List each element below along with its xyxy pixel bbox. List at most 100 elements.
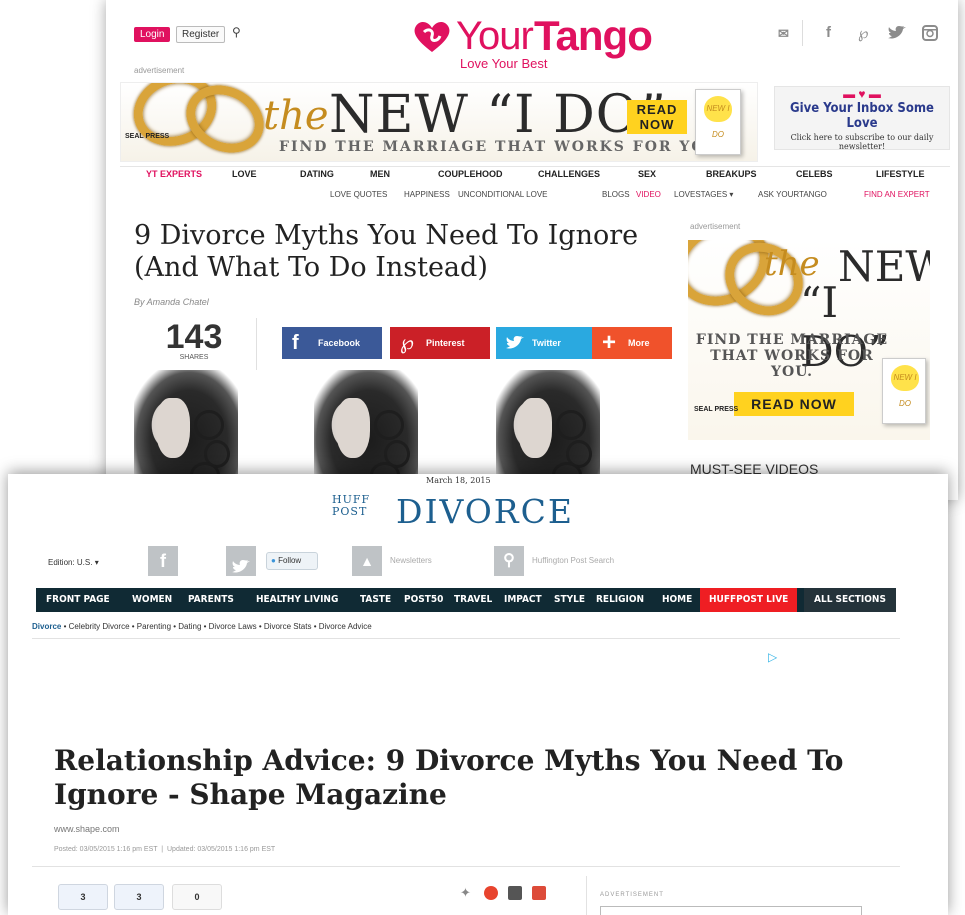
nav-all-sections[interactable]: ALL SECTIONS	[804, 588, 896, 612]
speech-bubble-icon[interactable]: ✦	[460, 886, 474, 900]
twitter-icon[interactable]	[888, 26, 906, 40]
crumb-divorce[interactable]: Divorce	[32, 622, 61, 631]
login-button[interactable]: Login	[134, 27, 171, 42]
banner-read-now-button[interactable]: READ NOW	[627, 100, 687, 134]
crumb-divorce-laws[interactable]: Divorce Laws	[209, 622, 257, 631]
banner-subline: FIND THE MARRIAGE THAT WORKS FOR YOU.	[279, 139, 726, 155]
nav-women[interactable]: WOMEN	[132, 588, 172, 612]
nav-style[interactable]: STYLE	[554, 588, 585, 612]
sidebar-ad[interactable]: the NEW “I DO” FIND THE MARRIAGE THAT WO…	[688, 240, 930, 440]
twitter-share-label: Twitter	[532, 338, 561, 348]
facebook-share-count[interactable]: 3	[58, 884, 108, 910]
nav-challenges[interactable]: CHALLENGES	[538, 169, 600, 179]
email-share-count[interactable]: 0	[172, 884, 222, 910]
twitter-share-button[interactable]: Twitter	[496, 327, 596, 359]
nav-love[interactable]: LOVE	[232, 169, 257, 179]
article-image	[496, 370, 600, 490]
book-cover: NEW I DO	[882, 358, 926, 424]
edition-selector[interactable]: Edition: U.S. ▾	[48, 558, 99, 567]
section-nav: FRONT PAGE WOMEN PARENTS HEALTHY LIVING …	[36, 588, 896, 612]
divider	[32, 638, 900, 639]
facebook-icon[interactable]: f	[148, 546, 178, 576]
nav-impact[interactable]: IMPACT	[504, 588, 542, 612]
updated-time: Updated: 03/05/2015 1:16 pm EST	[167, 846, 276, 853]
twitter-icon[interactable]	[226, 546, 256, 576]
search-icon[interactable]: ⚲	[232, 25, 241, 39]
article-title: 9 Divorce Myths You Need To Ignore (And …	[134, 220, 639, 283]
posted-time: Posted: 03/05/2015 1:16 pm EST	[54, 846, 158, 853]
nav-celebs[interactable]: CELEBS	[796, 169, 833, 179]
adchoices-icon[interactable]: ▷	[768, 650, 777, 664]
search-icon[interactable]: ⚲	[494, 546, 524, 576]
subnav-happiness[interactable]: HAPPINESS	[404, 190, 450, 199]
yourtango-logo[interactable]: Your Tango Love Your Best	[406, 10, 666, 71]
subnav-love-quotes[interactable]: LOVE QUOTES	[330, 190, 387, 199]
more-share-button[interactable]: + More	[592, 327, 672, 359]
nav-breakups[interactable]: BREAKUPS	[706, 169, 757, 179]
instagram-icon[interactable]	[922, 25, 938, 41]
mail-icon[interactable]: ✉	[778, 26, 789, 42]
article-image	[134, 370, 238, 490]
nav-dating[interactable]: DATING	[300, 169, 334, 179]
facebook-share-button[interactable]: f Facebook	[282, 327, 382, 359]
google-plus-icon[interactable]	[532, 886, 546, 900]
subnav-ask-yourtango[interactable]: ASK YOURTANGO	[758, 190, 827, 199]
huffpost-logo[interactable]: HUFF POST	[332, 494, 370, 518]
divider	[586, 876, 587, 915]
reddit-icon[interactable]	[484, 886, 498, 900]
sub-section-links: Divorce • Celebrity Divorce • Parenting …	[32, 622, 372, 631]
nav-taste[interactable]: TASTE	[360, 588, 391, 612]
more-share-label: More	[628, 338, 650, 348]
facebook-icon[interactable]: f	[826, 24, 831, 41]
pinterest-icon[interactable]: ℘	[858, 24, 868, 42]
source-link[interactable]: www.shape.com	[54, 824, 120, 834]
leaderboard-ad[interactable]: SEAL PRESS the NEW “I DO” FIND THE MARRI…	[120, 82, 758, 162]
nav-yt-experts[interactable]: YT EXPERTS	[146, 169, 202, 179]
nav-post50[interactable]: POST50	[404, 588, 443, 612]
article-image	[314, 370, 418, 490]
search-input[interactable]: Huffington Post Search	[532, 556, 614, 565]
subnav-lovestages[interactable]: LOVESTAGES ▾	[674, 190, 733, 199]
crumb-parenting[interactable]: Parenting	[137, 622, 171, 631]
crumb-celebrity-divorce[interactable]: Celebrity Divorce	[69, 622, 130, 631]
twitter-follow-button[interactable]: ● Follow	[266, 552, 318, 570]
subnav-video[interactable]: VIDEO	[636, 190, 661, 199]
nav-huffpost-live[interactable]: HUFFPOST LIVE	[700, 588, 798, 612]
crumb-divorce-stats[interactable]: Divorce Stats	[264, 622, 312, 631]
book-cover: NEW I DO	[695, 89, 741, 155]
nav-front-page[interactable]: FRONT PAGE	[46, 588, 110, 612]
section-title[interactable]: DIVORCE	[396, 492, 574, 531]
twitter-share-count[interactable]: 3	[114, 884, 164, 910]
crumb-divorce-advice[interactable]: Divorce Advice	[319, 622, 372, 631]
hearts-icon: ▬ ♥ ▬	[843, 87, 881, 101]
share-count: 143 SHARES	[158, 320, 230, 361]
subnav-blogs[interactable]: BLOGS	[602, 190, 630, 199]
print-icon[interactable]	[508, 886, 522, 900]
nav-couplehood[interactable]: COUPLEHOOD	[438, 169, 503, 179]
newsletters-link[interactable]: Newsletters	[390, 556, 432, 565]
publisher-logo: SEAL PRESS	[694, 406, 739, 413]
nav-religion[interactable]: RELIGION	[596, 588, 644, 612]
nav-parents[interactable]: PARENTS	[188, 588, 234, 612]
nav-men[interactable]: MEN	[370, 169, 390, 179]
byline[interactable]: By Amanda Chatel	[134, 297, 209, 307]
nav-sex[interactable]: SEX	[638, 169, 656, 179]
ad-read-now-button[interactable]: READ NOW	[734, 392, 854, 416]
crumb-dating[interactable]: Dating	[178, 622, 201, 631]
newsletter-promo[interactable]: ▬ ♥ ▬ Give Your Inbox Some Love Click he…	[774, 86, 950, 151]
pinterest-share-button[interactable]: ℘ Pinterest	[390, 327, 490, 359]
nav-home[interactable]: HOME	[662, 588, 692, 612]
register-button[interactable]: Register	[176, 26, 226, 43]
bell-icon[interactable]: ▲	[352, 546, 382, 576]
logo-your: Your	[456, 14, 534, 58]
share-count-number: 143	[165, 318, 223, 356]
ad-slot[interactable]	[600, 906, 862, 915]
nav-lifestyle[interactable]: LIFESTYLE	[876, 169, 925, 179]
subnav-unconditional-love[interactable]: UNCONDITIONAL LOVE	[458, 190, 548, 199]
main-nav: YT EXPERTS LOVE DATING MEN COUPLEHOOD CH…	[120, 166, 950, 182]
nav-travel[interactable]: TRAVEL	[454, 588, 492, 612]
plus-icon: +	[602, 329, 617, 356]
subnav-find-an-expert[interactable]: FIND AN EXPERT	[864, 190, 930, 199]
nav-healthy-living[interactable]: HEALTHY LIVING	[256, 588, 338, 612]
logo-post: POST	[332, 505, 368, 518]
